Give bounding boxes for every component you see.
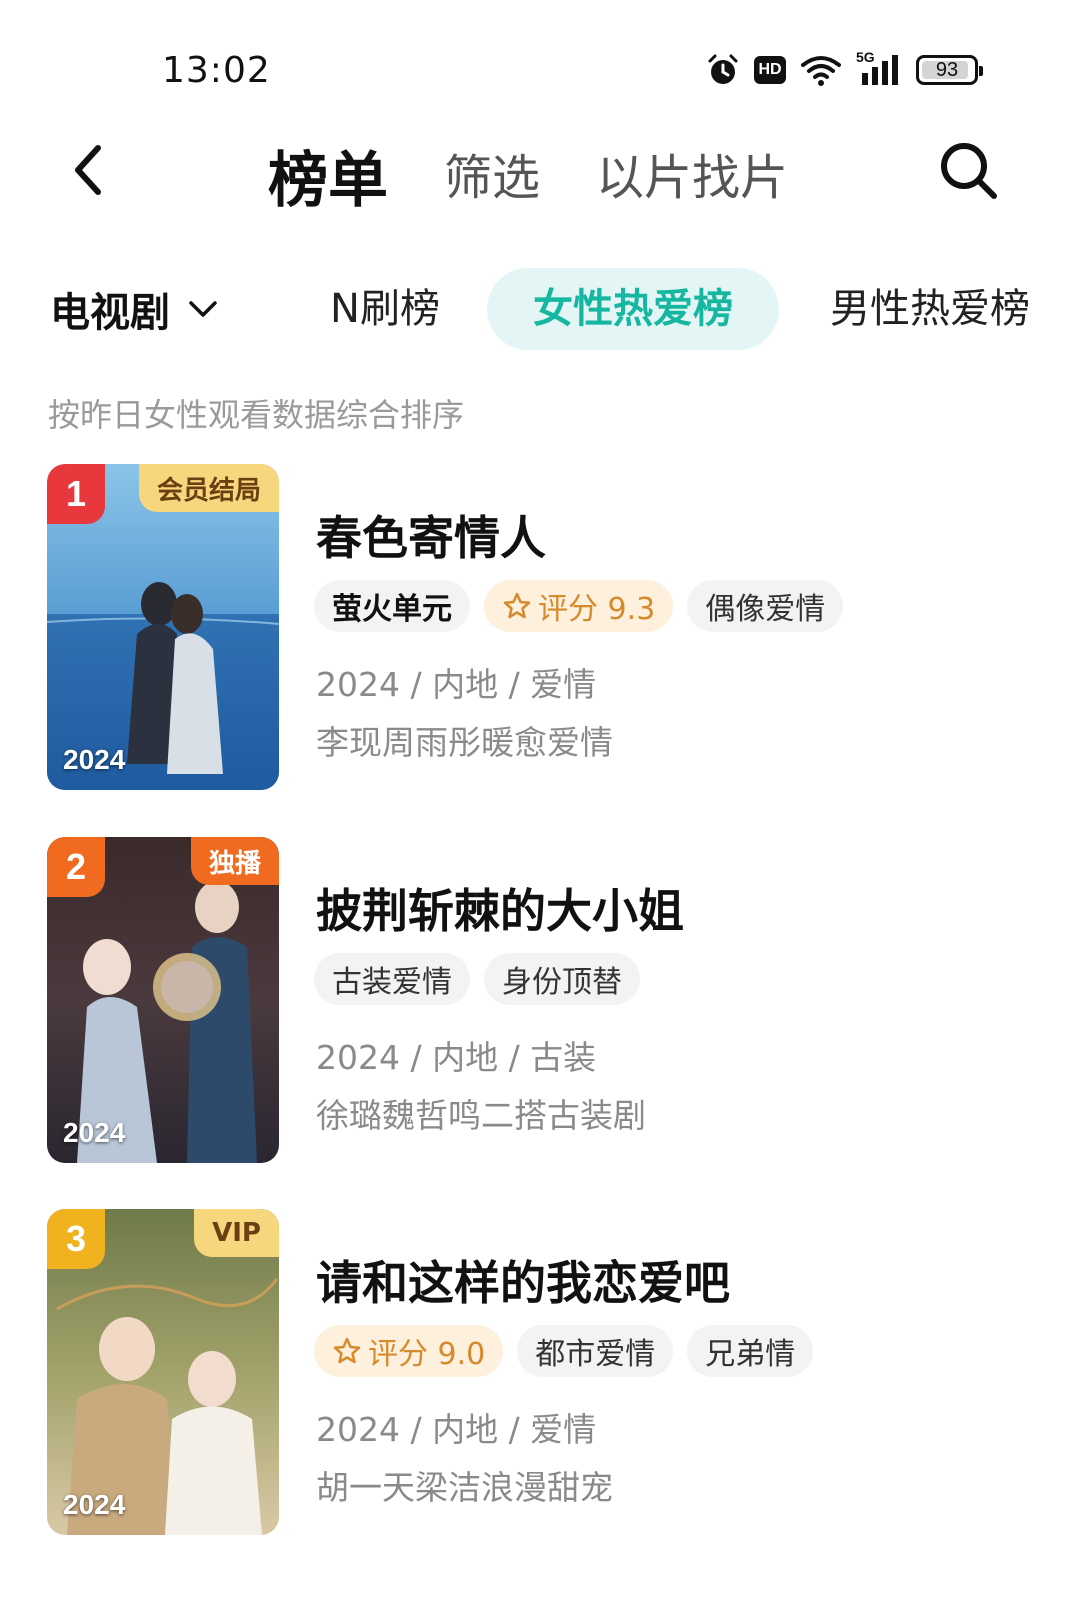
rank-tab-male-favorite[interactable]: 男性热爱榜 xyxy=(810,268,1050,350)
status-icons: HD 5G 93 xyxy=(706,49,983,90)
poster-image[interactable]: 2 独播 2024 xyxy=(47,837,279,1163)
tag-genre[interactable]: 偶像爱情 xyxy=(687,580,844,632)
battery-tip xyxy=(979,66,983,76)
list-item[interactable]: 2 独播 2024 披荆斩棘的大小姐 古装爱情 身份顶替 2024 / 内地 /… xyxy=(0,837,1080,1167)
poster-year: 2024 xyxy=(63,744,126,775)
wifi-icon xyxy=(800,53,842,87)
chevron-down-icon xyxy=(189,301,217,317)
tag-score[interactable]: 评分 9.3 xyxy=(484,580,674,632)
top-nav: 榜单 筛选 以片找片 xyxy=(0,120,1080,230)
tag-theme[interactable]: 兄弟情 xyxy=(687,1325,814,1377)
item-description: 胡一天梁洁浪漫甜宠 xyxy=(316,1468,613,1507)
network-type-label: 5G xyxy=(856,49,875,65)
search-button[interactable] xyxy=(938,140,1000,202)
item-description: 徐璐魏哲鸣二搭古装剧 xyxy=(316,1096,646,1135)
poster-image[interactable]: 1 会员结局 2024 xyxy=(47,464,279,790)
category-row: 电视剧 N刷榜 女性热爱榜 男性热爱榜 xyxy=(0,268,1080,352)
tab-filter[interactable]: 筛选 xyxy=(444,138,540,208)
item-title[interactable]: 春色寄情人 xyxy=(316,502,546,568)
list-item[interactable]: 3 VIP 2024 请和这样的我恋爱吧 评分 9.0 都市爱情 兄弟情 202… xyxy=(0,1209,1080,1539)
signal-5g-icon: 5G xyxy=(856,49,902,87)
item-title[interactable]: 请和这样的我恋爱吧 xyxy=(316,1247,730,1313)
item-meta: 2024 / 内地 / 古装 xyxy=(316,1038,597,1077)
tag-theme[interactable]: 身份顶替 xyxy=(484,953,640,1005)
list-item[interactable]: 1 会员结局 2024 春色寄情人 萤火单元 评分 9.3 偶像爱情 2024 … xyxy=(0,464,1080,794)
tag-score-label: 评分 9.0 xyxy=(368,1337,486,1372)
star-icon xyxy=(333,1337,361,1364)
item-title[interactable]: 披荆斩棘的大小姐 xyxy=(316,875,684,941)
poster-year: 2024 xyxy=(63,1489,126,1520)
rank-tab-n-watch[interactable]: N刷榜 xyxy=(312,268,458,350)
item-description: 李现周雨彤暖愈爱情 xyxy=(316,723,613,762)
alarm-icon xyxy=(706,53,740,87)
tag-score[interactable]: 评分 9.0 xyxy=(314,1325,504,1377)
status-bar: 13:02 HD 5G 93 xyxy=(0,0,1080,130)
rank-badge: 3 xyxy=(47,1209,105,1269)
item-meta: 2024 / 内地 / 爱情 xyxy=(316,1410,597,1449)
rank-badge: 1 xyxy=(47,464,105,524)
ranking-description: 按昨日女性观看数据综合排序 xyxy=(48,396,465,434)
tag-genre[interactable]: 都市爱情 xyxy=(517,1325,674,1377)
hd-icon: HD xyxy=(754,56,786,84)
tag-brand[interactable]: 萤火单元 xyxy=(314,580,470,632)
back-button[interactable] xyxy=(58,140,118,200)
star-icon xyxy=(503,592,531,619)
tag-list: 评分 9.0 都市爱情 兄弟情 xyxy=(314,1325,814,1377)
rank-tab-female-favorite[interactable]: 女性热爱榜 xyxy=(487,268,779,350)
search-icon xyxy=(941,143,997,199)
poster-year: 2024 xyxy=(63,1117,126,1148)
tag-list: 萤火单元 评分 9.3 偶像爱情 xyxy=(314,580,844,632)
tag-score-label: 评分 9.3 xyxy=(538,592,656,627)
status-time: 13:02 xyxy=(162,50,271,91)
item-meta: 2024 / 内地 / 爱情 xyxy=(316,665,597,704)
poster-image[interactable]: 3 VIP 2024 xyxy=(47,1209,279,1535)
chevron-left-icon xyxy=(75,145,101,195)
tag-genre[interactable]: 古装爱情 xyxy=(314,953,470,1005)
corner-badge: 会员结局 xyxy=(138,464,279,512)
tab-find-by-show[interactable]: 以片找片 xyxy=(596,138,788,208)
tab-ranking[interactable]: 榜单 xyxy=(268,132,388,219)
battery-icon: 93 xyxy=(916,55,983,85)
rank-badge: 2 xyxy=(47,837,105,897)
tag-list: 古装爱情 身份顶替 xyxy=(314,953,640,1005)
category-selected: 电视剧 xyxy=(50,290,170,336)
category-dropdown[interactable]: 电视剧 xyxy=(50,280,218,338)
corner-badge: VIP xyxy=(194,1209,279,1257)
battery-level: 93 xyxy=(935,58,959,81)
corner-badge: 独播 xyxy=(190,837,279,885)
